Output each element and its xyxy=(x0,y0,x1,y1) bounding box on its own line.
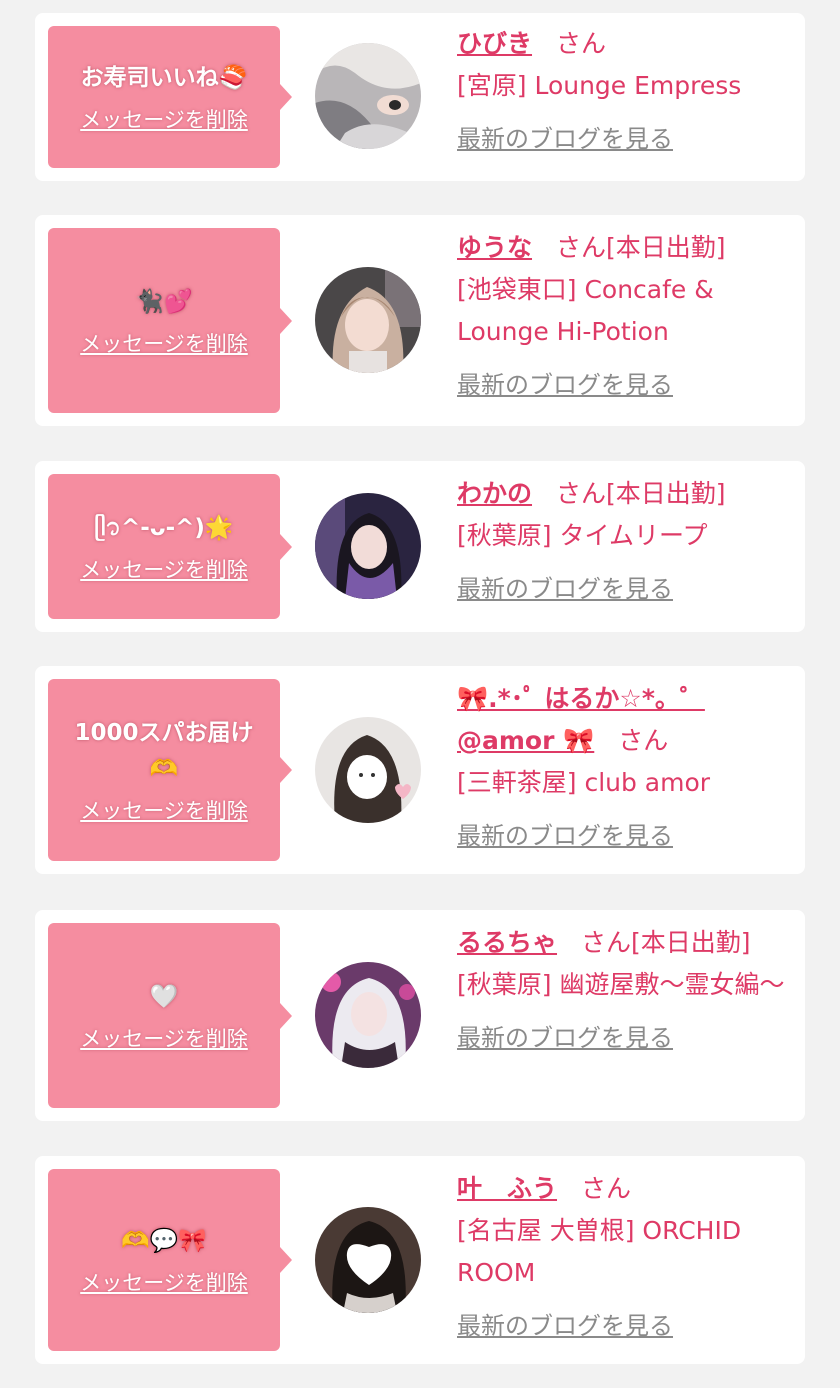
cast-name-link[interactable]: ゆうな xyxy=(457,233,532,262)
message-bubble: お寿司いいね🍣 メッセージを削除 xyxy=(48,26,292,168)
shop-info: [宮原] Lounge Empress xyxy=(457,71,742,100)
avatar[interactable] xyxy=(315,962,421,1068)
shop-info: [名古屋 大曽根] ORCHID ROOM xyxy=(457,1216,742,1287)
cast-info: わかの さん[本日出勤] [秋葉原] タイムリープ 最新のブログを見る xyxy=(457,473,791,604)
shop-info: [三軒茶屋] club amor xyxy=(457,768,711,797)
honorific: さん xyxy=(581,1174,632,1203)
honorific: さん xyxy=(581,928,632,957)
delete-message-link[interactable]: メッセージを削除 xyxy=(80,104,248,134)
message-card: 🐈‍⬛💕 メッセージを削除 ゆうな さん[本日出勤] [池袋東口] Concafe… xyxy=(35,215,805,426)
message-bubble: 🫶💬🎀 メッセージを削除 xyxy=(48,1169,292,1351)
cast-name-link[interactable]: ひびき xyxy=(457,29,532,58)
cast-name-link[interactable]: るるちゃ xyxy=(457,928,557,957)
message-text: 🫶💬🎀 xyxy=(121,1228,207,1254)
message-bubble: 🐈‍⬛💕 メッセージを削除 xyxy=(48,228,292,413)
message-card: ᥫ᭡^-ᴗ-^)🌟 メッセージを削除 わかの さん[本日出勤] [秋葉原] タイム… xyxy=(35,461,805,632)
blog-link[interactable]: 最新のブログを見る xyxy=(457,816,673,851)
blog-link[interactable]: 最新のブログを見る xyxy=(457,119,673,154)
honorific: さん xyxy=(556,479,607,508)
blog-link[interactable]: 最新のブログを見る xyxy=(457,1018,673,1053)
message-bubble: 1000スパお届け🫶 メッセージを削除 xyxy=(48,679,292,861)
avatar[interactable] xyxy=(315,493,421,599)
blog-link[interactable]: 最新のブログを見る xyxy=(457,1306,673,1341)
message-card: 🫶💬🎀 メッセージを削除 叶 ふう さん [名古屋 大曽根] ORCHID ROO… xyxy=(35,1156,805,1364)
message-text: 🐈‍⬛💕 xyxy=(135,288,193,315)
message-card: お寿司いいね🍣 メッセージを削除 ひびき さん [宮原] Lounge Empre… xyxy=(35,13,805,181)
cast-name-link[interactable]: わかの xyxy=(457,479,532,508)
message-card: 🤍 メッセージを削除 るるちゃ さん[本日出勤] [秋葉原] 幽遊屋敷〜霊女編〜 … xyxy=(35,910,805,1121)
honorific: さん xyxy=(556,29,607,58)
message-text: 1000スパお届け🫶 xyxy=(74,720,254,782)
delete-message-link[interactable]: メッセージを削除 xyxy=(80,1267,248,1297)
message-bubble: 🤍 メッセージを削除 xyxy=(48,923,292,1108)
attendance-tag: [本日出勤] xyxy=(606,479,726,508)
shop-info: [秋葉原] 幽遊屋敷〜霊女編〜 xyxy=(457,970,785,999)
shop-info: [秋葉原] タイムリープ xyxy=(457,521,708,550)
cast-info: ひびき さん [宮原] Lounge Empress 最新のブログを見る xyxy=(457,23,791,154)
avatar[interactable] xyxy=(315,1207,421,1313)
blog-link[interactable]: 最新のブログを見る xyxy=(457,365,673,400)
attendance-tag: [本日出勤] xyxy=(606,233,726,262)
shop-info: [池袋東口] Concafe & Lounge Hi-Potion xyxy=(457,275,714,346)
cast-info: 🎀.*･ﾟ はるか☆*。゜@amor 🎀 さん [三軒茶屋] club amor … xyxy=(457,678,791,851)
cast-info: るるちゃ さん[本日出勤] [秋葉原] 幽遊屋敷〜霊女編〜 最新のブログを見る xyxy=(457,922,791,1053)
honorific: さん xyxy=(556,233,607,262)
delete-message-link[interactable]: メッセージを削除 xyxy=(80,554,248,584)
cast-info: 叶 ふう さん [名古屋 大曽根] ORCHID ROOM 最新のブログを見る xyxy=(457,1168,791,1341)
avatar[interactable] xyxy=(315,717,421,823)
message-text: 🤍 xyxy=(149,983,179,1010)
cast-info: ゆうな さん[本日出勤] [池袋東口] Concafe & Lounge Hi-P… xyxy=(457,227,791,400)
message-text: ᥫ᭡^-ᴗ-^)🌟 xyxy=(94,514,234,541)
avatar[interactable] xyxy=(315,267,421,373)
message-card: 1000スパお届け🫶 メッセージを削除 🎀.*･ﾟ はるか☆*。゜@amor 🎀… xyxy=(35,666,805,874)
delete-message-link[interactable]: メッセージを削除 xyxy=(80,1023,248,1053)
cast-name-link[interactable]: 叶 ふう xyxy=(457,1174,557,1203)
message-text: お寿司いいね🍣 xyxy=(80,65,248,91)
attendance-tag: [本日出勤] xyxy=(631,928,751,957)
honorific: さん xyxy=(618,726,669,755)
blog-link[interactable]: 最新のブログを見る xyxy=(457,569,673,604)
message-bubble: ᥫ᭡^-ᴗ-^)🌟 メッセージを削除 xyxy=(48,474,292,619)
avatar[interactable] xyxy=(315,43,421,149)
delete-message-link[interactable]: メッセージを削除 xyxy=(80,795,248,825)
delete-message-link[interactable]: メッセージを削除 xyxy=(80,328,248,358)
message-list: お寿司いいね🍣 メッセージを削除 ひびき さん [宮原] Lounge Empre… xyxy=(0,0,840,1388)
